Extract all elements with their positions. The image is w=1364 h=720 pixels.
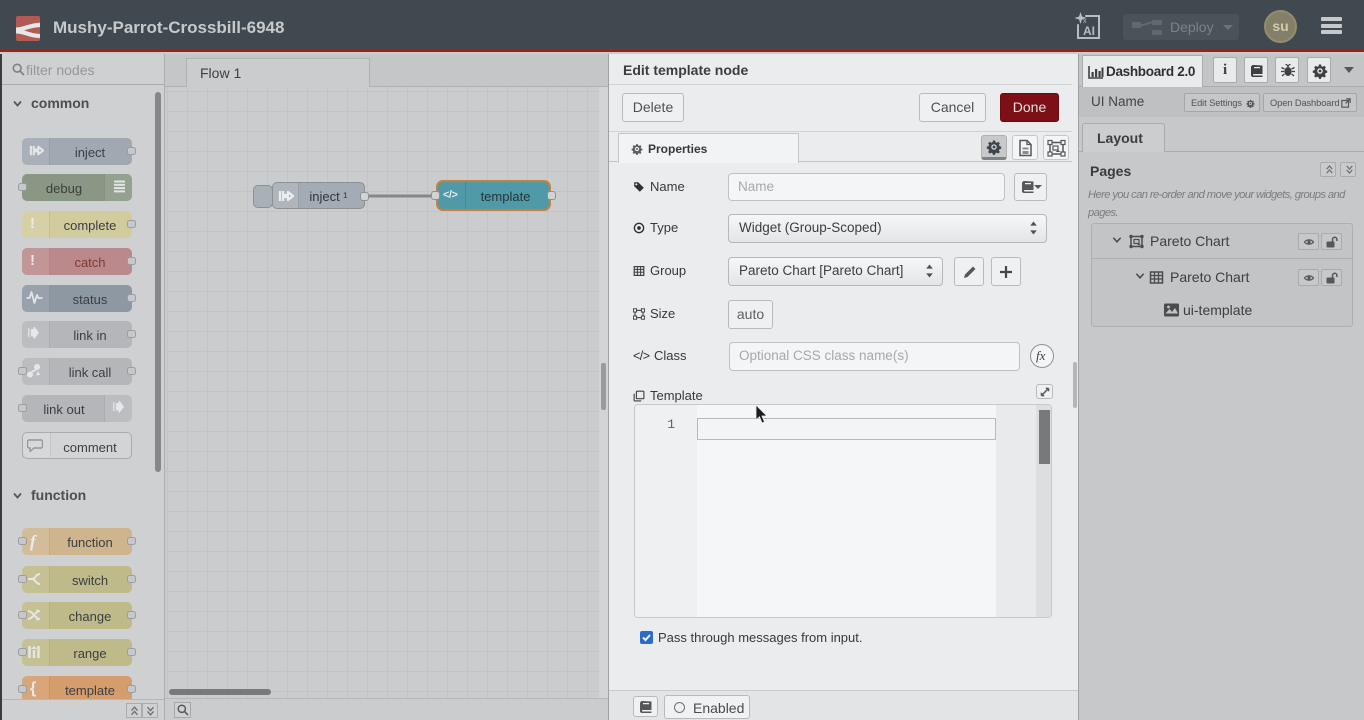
svg-text:x: x <box>1083 18 1087 25</box>
svg-text:AI: AI <box>1083 24 1095 38</box>
